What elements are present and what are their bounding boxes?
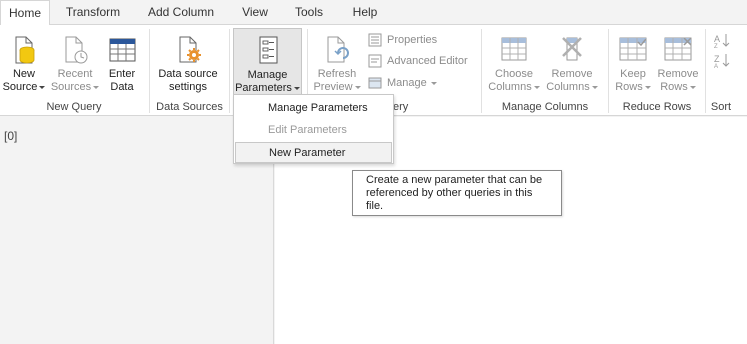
data-source-settings-button[interactable]: Data source settings xyxy=(154,28,222,96)
choose-columns-button[interactable]: Choose Columns xyxy=(486,28,542,96)
new-source-label: New xyxy=(12,68,35,80)
chevron-down-icon xyxy=(644,85,651,89)
manage-icon xyxy=(368,77,382,89)
chevron-down-icon xyxy=(93,85,100,89)
tab-help[interactable]: Help xyxy=(344,0,386,25)
remove-rows-button[interactable]: Remove Rows xyxy=(656,28,700,96)
group-label-reduce-rows: Reduce Rows xyxy=(622,101,692,113)
group-label-query: ery xyxy=(393,101,409,113)
tab-view[interactable]: View xyxy=(232,0,278,25)
enter-data-button[interactable]: Enter Data xyxy=(103,28,141,96)
sort-ascending-icon: A Z Z A xyxy=(712,31,730,73)
group-label-manage-columns: Manage Columns xyxy=(501,101,589,113)
tab-home[interactable]: Home xyxy=(0,0,50,26)
recent-sources-icon xyxy=(60,33,90,69)
svg-text:Z: Z xyxy=(714,54,720,64)
database-new-icon xyxy=(9,33,39,69)
group-separator xyxy=(229,29,230,113)
remove-rows-label: Remove xyxy=(657,68,699,80)
svg-text:A: A xyxy=(714,34,720,44)
chevron-down-icon xyxy=(689,85,696,89)
chevron-down-icon xyxy=(430,81,437,85)
ribbon-tab-bar: Home Transform Add Column View Tools Hel… xyxy=(0,0,747,26)
new-parameter-tooltip: Create a new parameter that can be refer… xyxy=(352,170,562,216)
sort-ascending-button[interactable]: A Z Z A xyxy=(709,28,733,70)
power-query-editor: Home Transform Add Column View Tools Hel… xyxy=(0,0,747,344)
choose-columns-label-2: Columns xyxy=(488,81,532,93)
chevron-down-icon xyxy=(591,85,598,89)
tooltip-line: file. xyxy=(366,200,384,212)
keep-rows-label-2: Rows xyxy=(615,81,643,93)
remove-rows-label-2: Rows xyxy=(660,81,688,93)
parameters-icon xyxy=(253,34,283,70)
enter-data-label-2: Data xyxy=(110,81,134,93)
choose-columns-icon xyxy=(499,33,529,69)
refresh-preview-label: Refresh xyxy=(317,68,357,80)
remove-rows-icon xyxy=(663,33,693,69)
group-label-new-query: New Query xyxy=(46,101,102,113)
chevron-down-icon xyxy=(293,86,300,90)
keep-rows-icon xyxy=(618,33,648,69)
keep-rows-button[interactable]: Keep Rows xyxy=(612,28,654,96)
chevron-down-icon xyxy=(39,85,46,89)
data-source-settings-label: Data source xyxy=(158,68,218,80)
group-label-sort: Sort xyxy=(710,101,732,113)
query-list-index: [0] xyxy=(4,129,18,143)
chevron-down-icon xyxy=(533,85,540,89)
table-icon xyxy=(107,33,137,69)
choose-columns-label: Choose xyxy=(495,68,533,80)
remove-columns-button[interactable]: Remove Columns xyxy=(544,28,600,96)
tab-transform[interactable]: Transform xyxy=(57,0,129,25)
manage-label: Manage xyxy=(387,77,427,89)
manage-parameters-label-2: Parameters xyxy=(235,82,292,94)
data-source-settings-label-2: settings xyxy=(169,81,207,93)
manage-button[interactable]: Manage xyxy=(368,74,448,92)
manage-parameters-label: Manage xyxy=(247,69,288,81)
new-source-button[interactable]: New Source xyxy=(2,28,46,96)
refresh-icon xyxy=(322,33,352,69)
tooltip-line: Create a new parameter that can be xyxy=(366,174,543,186)
advanced-editor-label: Advanced Editor xyxy=(387,55,468,67)
properties-icon xyxy=(368,33,382,47)
tab-add-column[interactable]: Add Column xyxy=(140,0,222,25)
tab-tools[interactable]: Tools xyxy=(286,0,332,25)
properties-button[interactable]: Properties xyxy=(368,31,468,49)
recent-sources-button[interactable]: Recent Sources xyxy=(50,28,100,96)
remove-columns-icon xyxy=(557,33,587,69)
menu-item-manage-parameters[interactable]: Manage Parameters xyxy=(234,98,393,119)
manage-parameters-menu: Manage Parameters Edit Parameters New Pa… xyxy=(233,94,394,164)
menu-item-new-parameter[interactable]: New Parameter xyxy=(235,142,392,163)
manage-parameters-button[interactable]: Manage Parameters xyxy=(233,28,302,96)
data-source-settings-icon xyxy=(173,33,203,69)
menu-item-edit-parameters[interactable]: Edit Parameters xyxy=(234,120,393,141)
enter-data-label: Enter xyxy=(108,68,136,80)
refresh-preview-label-2: Preview xyxy=(313,81,353,93)
advanced-editor-icon xyxy=(368,54,382,68)
recent-sources-label-2: Sources xyxy=(50,81,92,93)
refresh-preview-button[interactable]: Refresh Preview xyxy=(312,28,362,96)
svg-text:A: A xyxy=(714,64,718,69)
keep-rows-label: Keep xyxy=(620,68,646,80)
remove-columns-label: Remove xyxy=(551,68,593,80)
advanced-editor-button[interactable]: Advanced Editor xyxy=(368,52,478,70)
remove-columns-label-2: Columns xyxy=(546,81,590,93)
chevron-down-icon xyxy=(354,85,361,89)
properties-label: Properties xyxy=(387,34,438,46)
group-label-data-sources: Data Sources xyxy=(156,101,223,113)
svg-text:Z: Z xyxy=(714,44,718,50)
recent-sources-label: Recent xyxy=(57,68,93,80)
new-source-label-2: Source xyxy=(2,81,38,93)
tooltip-line: referenced by other queries in this xyxy=(366,187,533,199)
